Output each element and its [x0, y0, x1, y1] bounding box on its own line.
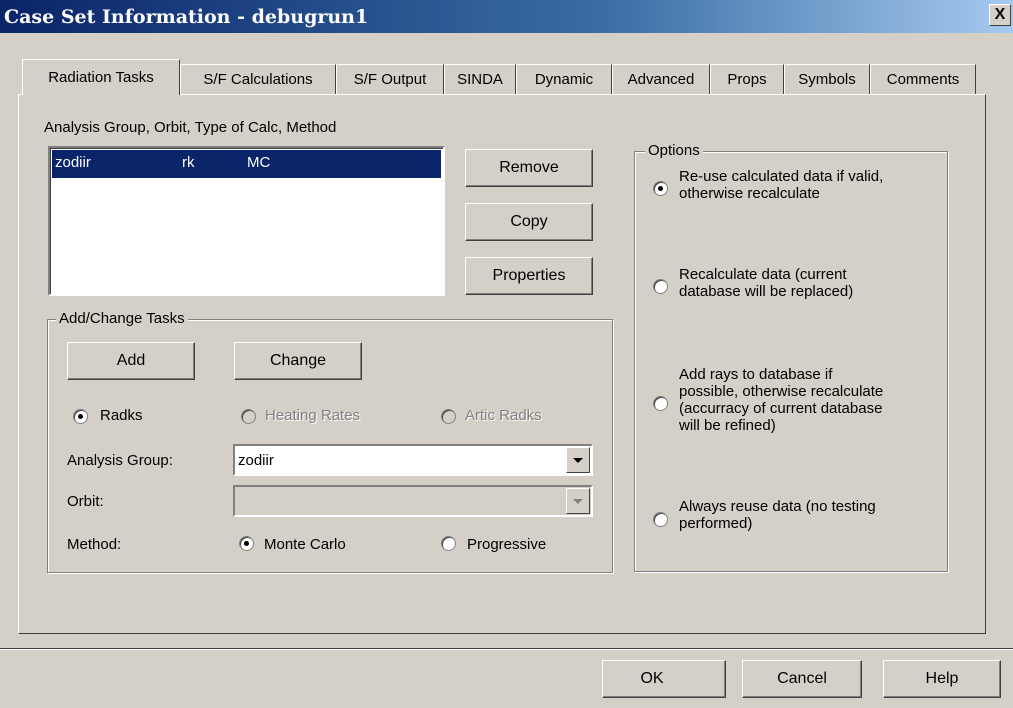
- option-text-line: Always reuse data (no testing: [679, 498, 876, 515]
- chevron-down-icon[interactable]: [566, 447, 590, 473]
- title-bar: Case Set Information - debugrun1 X: [0, 0, 1013, 33]
- analysis-group-select[interactable]: zodiir: [233, 444, 593, 476]
- tab-radiation-tasks[interactable]: Radiation Tasks: [22, 59, 180, 95]
- tab-label: Symbols: [798, 71, 856, 88]
- tab-comments[interactable]: Comments: [870, 64, 976, 94]
- add-button[interactable]: Add: [67, 342, 195, 380]
- tab-props[interactable]: Props: [710, 64, 784, 94]
- button-label: Change: [269, 352, 327, 369]
- progressive-radio[interactable]: [441, 536, 456, 551]
- tab-label: Props: [727, 71, 767, 88]
- artic-radks-radio[interactable]: [441, 409, 456, 424]
- option-text-line: performed): [679, 515, 753, 532]
- tab-label: Comments: [886, 71, 960, 88]
- radks-label: Radks: [100, 407, 143, 424]
- button-label: Copy: [510, 213, 548, 230]
- option-recalculate-label: Recalculate data (current database will …: [679, 266, 853, 300]
- orbit-label: Orbit:: [67, 493, 104, 510]
- tab-label: S/F Output: [353, 71, 427, 88]
- close-icon: X: [994, 6, 1006, 23]
- tab-label: S/F Calculations: [203, 71, 313, 88]
- copy-button[interactable]: Copy: [465, 203, 593, 241]
- button-label: Properties: [492, 267, 566, 284]
- option-recalculate-radio[interactable]: [653, 279, 668, 294]
- option-text-line: (accurracy of current database: [679, 400, 883, 417]
- orbit-select[interactable]: [233, 485, 593, 517]
- option-add-rays-radio[interactable]: [653, 396, 668, 411]
- button-label: Help: [925, 670, 959, 687]
- cancel-button[interactable]: Cancel: [742, 660, 862, 698]
- tab-symbols[interactable]: Symbols: [784, 64, 870, 94]
- ok-button[interactable]: OK: [602, 660, 726, 698]
- tab-sf-calculations[interactable]: S/F Calculations: [180, 64, 336, 94]
- close-button[interactable]: X: [989, 4, 1011, 26]
- chevron-down-icon[interactable]: [566, 488, 590, 514]
- heating-rates-radio[interactable]: [241, 409, 256, 424]
- option-reuse-label: Re-use calculated data if valid, otherwi…: [679, 168, 883, 202]
- tab-label: SINDA: [457, 71, 503, 88]
- task-list-row[interactable]: zodiir rk MC: [52, 150, 441, 178]
- tab-sf-output[interactable]: S/F Output: [336, 64, 444, 94]
- progressive-label: Progressive: [467, 536, 547, 553]
- option-always-reuse-radio[interactable]: [653, 512, 668, 527]
- artic-radks-label: Artic Radks: [465, 407, 542, 424]
- button-label: Remove: [499, 159, 559, 176]
- method-label: Method:: [67, 536, 122, 553]
- monte-carlo-label: Monte Carlo: [264, 536, 346, 553]
- tab-dynamic[interactable]: Dynamic: [516, 64, 612, 94]
- button-label: OK: [640, 670, 664, 687]
- tab-label: Radiation Tasks: [48, 69, 154, 86]
- task-list[interactable]: zodiir rk MC: [48, 146, 445, 296]
- heating-rates-label: Heating Rates: [265, 407, 361, 424]
- option-reuse-radio[interactable]: [653, 181, 668, 196]
- option-text-line: will be refined): [679, 417, 776, 434]
- footer-separator: [0, 648, 1013, 650]
- task-orbit: rk: [182, 154, 195, 171]
- properties-button[interactable]: Properties: [465, 257, 593, 295]
- analysis-group-value: zodiir: [238, 452, 274, 469]
- tab-sinda[interactable]: SINDA: [444, 64, 516, 94]
- help-button[interactable]: Help: [883, 660, 1001, 698]
- option-add-rays-label: Add rays to database if possible, otherw…: [679, 366, 883, 434]
- change-button[interactable]: Change: [234, 342, 362, 380]
- button-label: Cancel: [777, 670, 827, 687]
- option-text-line: Add rays to database if: [679, 366, 833, 383]
- option-text-line: Re-use calculated data if valid,: [679, 168, 884, 185]
- option-text-line: database will be replaced): [679, 283, 854, 300]
- radks-radio[interactable]: [73, 409, 88, 424]
- tab-advanced[interactable]: Advanced: [612, 64, 710, 94]
- option-text-line: possible, otherwise recalculate: [679, 383, 884, 400]
- add-change-title: Add/Change Tasks: [56, 310, 188, 327]
- window-title: Case Set Information - debugrun1: [4, 6, 369, 28]
- options-title: Options: [645, 142, 703, 159]
- tab-label: Advanced: [627, 71, 695, 88]
- task-method: MC: [247, 154, 271, 171]
- tab-label: Dynamic: [534, 71, 594, 88]
- option-text-line: Recalculate data (current: [679, 266, 847, 283]
- option-always-reuse-label: Always reuse data (no testing performed): [679, 498, 876, 532]
- task-group: zodiir: [55, 154, 91, 171]
- button-label: Add: [116, 352, 146, 369]
- option-text-line: otherwise recalculate: [679, 185, 820, 202]
- remove-button[interactable]: Remove: [465, 149, 593, 187]
- task-list-header: Analysis Group, Orbit, Type of Calc, Met…: [44, 119, 337, 136]
- analysis-group-label: Analysis Group:: [67, 452, 173, 469]
- monte-carlo-radio[interactable]: [239, 536, 254, 551]
